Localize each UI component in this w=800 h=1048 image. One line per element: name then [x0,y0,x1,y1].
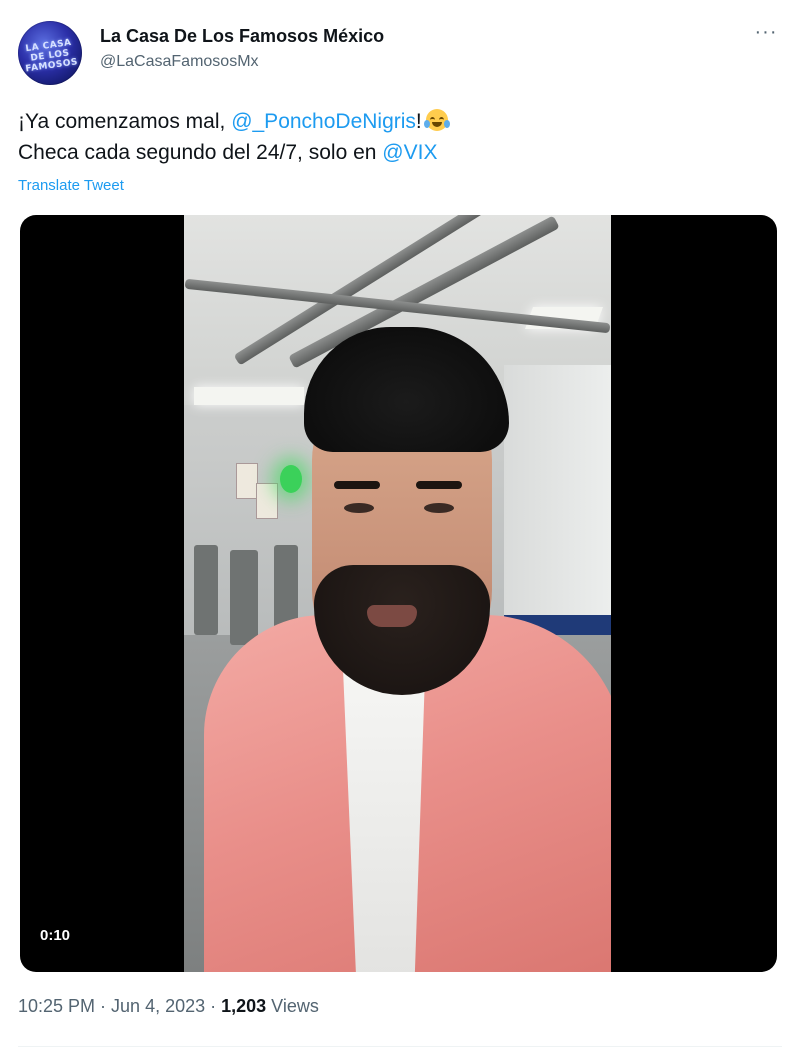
tweet-time[interactable]: 10:25 PM [18,996,95,1016]
green-light [280,465,302,493]
video-frame [184,215,611,972]
tweet-line-2: Checa cada segundo del 24/7, solo en @VI… [18,137,782,168]
tweet-text-part: Checa cada segundo del 24/7, solo en [18,141,383,164]
eye [344,503,374,513]
views-count: 1,203 [221,996,267,1016]
avatar-logo: LA CASA DE LOS FAMOSOS [24,37,79,75]
translate-tweet-link[interactable]: Translate Tweet [18,177,124,194]
meta-separator: · [205,996,222,1016]
tweet-text-part: ¡Ya comenzamos mal, [18,110,232,133]
meta-separator: · [95,996,112,1016]
wall-poster [236,463,258,499]
mention-link[interactable]: @VIX [382,141,437,164]
mention-link[interactable]: @_PonchoDeNigris [231,110,416,133]
eyebrow [334,481,380,489]
video-duration-badge: 0:10 [32,924,79,947]
avatar[interactable]: LA CASA DE LOS FAMOSOS [18,21,82,85]
views-label: Views [266,996,319,1016]
eyebrow [416,481,462,489]
turnstile [194,545,218,635]
turnstile [230,550,258,645]
video-player[interactable]: 0:10 [20,215,777,972]
face-with-tears-of-joy-icon [423,109,450,131]
author-display-name[interactable]: La Casa De Los Famosos México [100,26,384,47]
divider [18,1046,782,1047]
mouth [367,605,417,627]
eye [424,503,454,513]
author-handle[interactable]: @LaCasaFamososMx [100,53,259,71]
tweet-line-1: ¡Ya comenzamos mal, @_PonchoDeNigris! [18,106,782,137]
wall-poster [256,483,278,519]
tweet-text-part: ! [415,110,422,133]
tweet-text: ¡Ya comenzamos mal, @_PonchoDeNigris! Ch… [18,106,782,168]
tweet-date[interactable]: Jun 4, 2023 [111,996,205,1016]
ceiling-light [194,387,304,405]
tweet-meta: 10:25 PM · Jun 4, 2023 · 1,203 Views [18,996,319,1017]
more-options-icon[interactable]: ··· [754,22,778,46]
tweet-header: LA CASA DE LOS FAMOSOS La Casa De Los Fa… [18,18,782,88]
